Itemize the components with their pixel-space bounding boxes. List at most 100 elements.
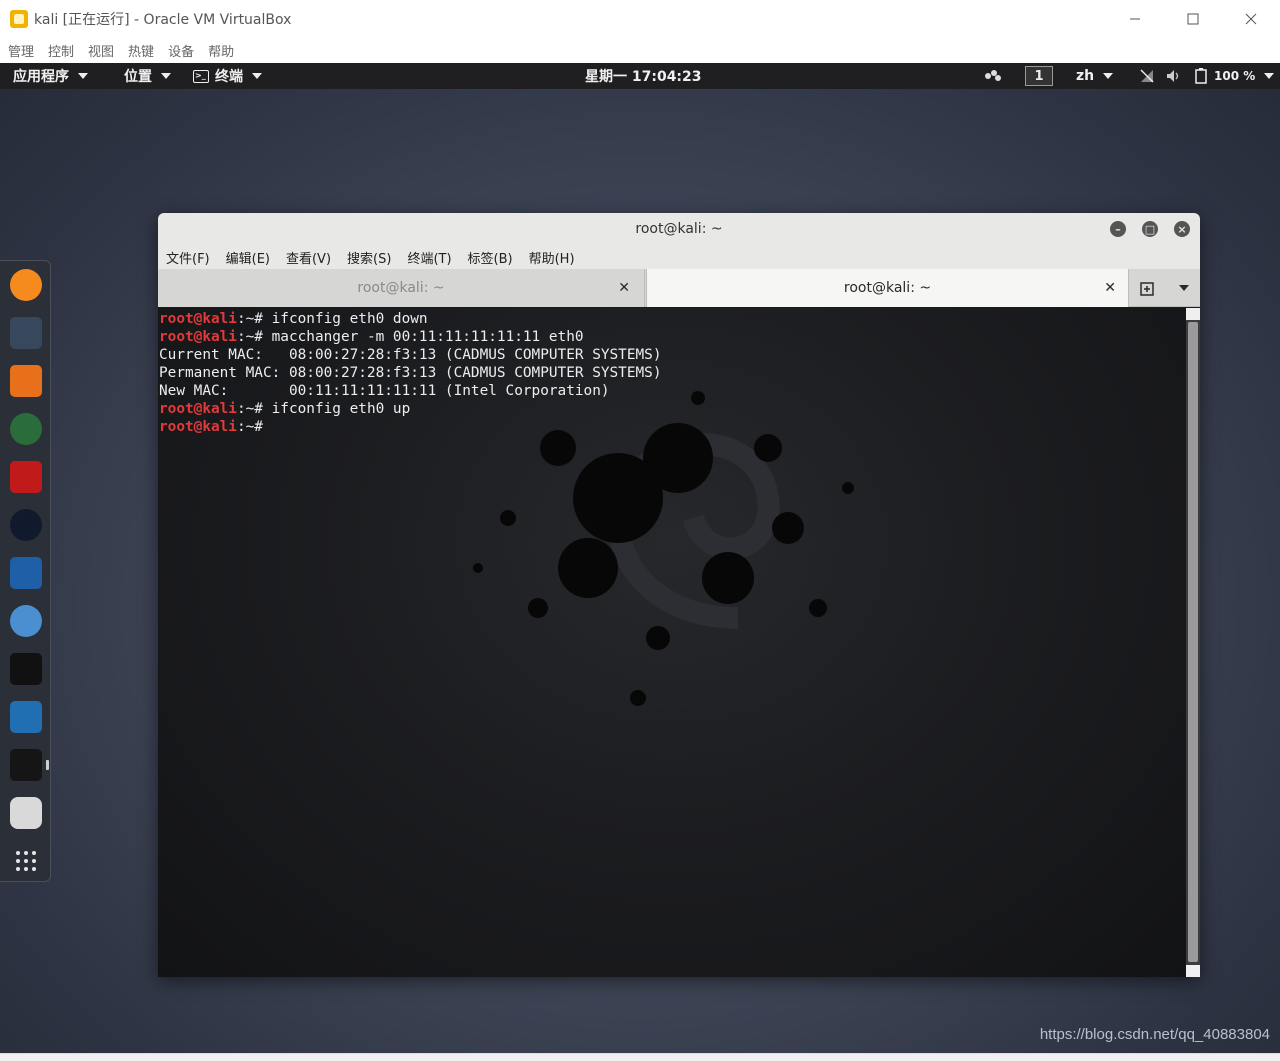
virtualbox-app-icon: [10, 9, 28, 28]
menu-view[interactable]: 视图: [88, 41, 114, 60]
tab-close-icon[interactable]: ✕: [1104, 280, 1116, 296]
menu-view[interactable]: 查看(V): [286, 248, 331, 267]
menu-hotkeys[interactable]: 热键: [128, 41, 154, 60]
terminal-tabbar: root@kali: ~ ✕ root@kali: ~ ✕: [158, 269, 1200, 307]
output-text: Permanent MAC: 08:00:27:28:f3:13 (CADMUS…: [159, 365, 662, 381]
terminal-lines: root@kali:~# ifconfig eth0 down root@kali…: [159, 310, 662, 436]
terminal-tab-2[interactable]: root@kali: ~ ✕: [646, 269, 1129, 307]
terminal-output[interactable]: root@kali:~# ifconfig eth0 down root@kali…: [158, 308, 1186, 977]
terminal-window: root@kali: ~ – □ × 文件(F) 编辑(E) 查看(V) 搜索(…: [158, 213, 1200, 977]
scroll-up-arrow[interactable]: [1186, 308, 1200, 320]
scroll-down-arrow[interactable]: [1186, 965, 1200, 977]
menu-terminal[interactable]: 终端(T): [407, 248, 451, 267]
menu-file[interactable]: 文件(F): [166, 248, 210, 267]
network-icon[interactable]: [1140, 63, 1154, 89]
maximize-icon: [1187, 13, 1199, 24]
show-applications-icon[interactable]: [10, 845, 42, 877]
prompt-rest: :~#: [236, 419, 272, 435]
battery-icon: [1195, 68, 1207, 84]
aircrack-icon[interactable]: [10, 317, 42, 349]
places-menu[interactable]: 位置: [124, 63, 171, 89]
battery-label: 100 %: [1214, 69, 1256, 83]
terminal-title: root@kali: ~: [635, 221, 723, 237]
guest-desktop: 应用程序 位置 >_ 终端 星期一 17:04:23 1 zh 100 % ro…: [0, 63, 1280, 1053]
maltego-icon[interactable]: [10, 413, 42, 445]
armitage-icon[interactable]: [10, 605, 42, 637]
workspace-switcher-icon[interactable]: [984, 63, 1002, 89]
command-text: ifconfig eth0 down: [271, 311, 428, 327]
menu-devices[interactable]: 设备: [168, 41, 194, 60]
tab-close-icon[interactable]: ✕: [618, 280, 630, 296]
terminal-output-line: New MAC: 00:11:11:11:11:11 (Intel Corpor…: [159, 382, 662, 400]
output-text: Current MAC: 08:00:27:28:f3:13 (CADMUS C…: [159, 347, 662, 363]
terminal-command-line: root@kali:~# ifconfig eth0 down: [159, 310, 662, 328]
menu-control[interactable]: 控制: [48, 41, 74, 60]
beef-icon[interactable]: [10, 653, 42, 685]
close-button[interactable]: [1222, 0, 1280, 37]
output-text: New MAC: 00:11:11:11:11:11 (Intel Corpor…: [159, 383, 610, 399]
terminal-app-label: 终端: [215, 69, 243, 85]
firefox-icon[interactable]: [10, 269, 42, 301]
terminal-small-icon: >_: [193, 69, 209, 83]
menu-help[interactable]: 帮助: [208, 41, 234, 60]
terminal-icon[interactable]: [10, 749, 42, 781]
menu-help[interactable]: 帮助(H): [529, 248, 575, 267]
tab-label: root@kali: ~: [843, 280, 932, 296]
terminal-tab-1[interactable]: root@kali: ~ ✕: [158, 269, 645, 307]
menu-search[interactable]: 搜索(S): [347, 248, 391, 267]
menu-edit[interactable]: 编辑(E): [226, 248, 270, 267]
new-tab-button[interactable]: [1136, 269, 1160, 307]
terminal-close-button[interactable]: ×: [1174, 221, 1190, 237]
terminal-output-line: Current MAC: 08:00:27:28:f3:13 (CADMUS C…: [159, 346, 662, 364]
terminal-command-line: root@kali:~#: [159, 418, 662, 436]
john-icon[interactable]: [10, 461, 42, 493]
minimize-button[interactable]: [1106, 0, 1164, 37]
input-method-menu[interactable]: zh: [1076, 63, 1114, 89]
chevron-down-icon: [252, 73, 262, 79]
chevron-down-icon: [1178, 285, 1189, 291]
csdn-watermark: https://blog.csdn.net/qq_40883804: [1039, 1026, 1270, 1043]
volume-icon[interactable]: [1166, 63, 1182, 89]
command-text: macchanger -m 00:11:11:11:11:11 eth0: [271, 329, 584, 345]
new-tab-icon: [1140, 282, 1154, 296]
terminal-command-line: root@kali:~# ifconfig eth0 up: [159, 400, 662, 418]
running-indicator: [46, 760, 49, 770]
clock[interactable]: 星期一 17:04:23: [585, 63, 702, 89]
maximize-button[interactable]: [1164, 0, 1222, 37]
workspace-indicator[interactable]: 1: [1025, 66, 1053, 86]
chevron-down-icon: [161, 73, 171, 79]
gnome-topbar: 应用程序 位置 >_ 终端 星期一 17:04:23 1 zh 100 %: [0, 63, 1280, 89]
prompt-rest: :~#: [236, 401, 272, 417]
terminal-minimize-button[interactable]: –: [1110, 221, 1126, 237]
menu-manage[interactable]: 管理: [8, 41, 34, 60]
burpsuite-icon[interactable]: [10, 365, 42, 397]
applications-label: 应用程序: [13, 69, 69, 85]
command-text: ifconfig eth0 up: [271, 401, 411, 417]
metasploit-icon[interactable]: [10, 557, 42, 589]
prompt-user: root@kali: [159, 401, 237, 417]
prompt-user: root@kali: [159, 329, 237, 345]
window-controls: [1106, 0, 1280, 37]
scroll-thumb[interactable]: [1188, 322, 1198, 962]
favorites-dock: [0, 260, 51, 882]
chevron-down-icon: [1103, 73, 1114, 79]
tab-label: root@kali: ~: [357, 280, 445, 296]
tab-menu-button[interactable]: [1172, 269, 1192, 307]
terminal-scrollbar[interactable]: [1186, 308, 1200, 977]
menu-tabs[interactable]: 标签(B): [468, 248, 513, 267]
vbox-statusbar: [0, 1053, 1280, 1061]
battery-menu[interactable]: 100 %: [1194, 63, 1275, 89]
terminal-output-line: Permanent MAC: 08:00:27:28:f3:13 (CADMUS…: [159, 364, 662, 382]
input-method-label: zh: [1076, 68, 1095, 84]
terminal-command-line: root@kali:~# macchanger -m 00:11:11:11:1…: [159, 328, 662, 346]
terminal-maximize-button[interactable]: □: [1142, 221, 1158, 237]
wireshark-icon[interactable]: [10, 701, 42, 733]
terminal-app-menu[interactable]: >_ 终端: [193, 63, 262, 89]
prompt-user: root@kali: [159, 311, 237, 327]
faraday-icon[interactable]: [10, 509, 42, 541]
vbox-menubar: 管理 控制 视图 热键 设备 帮助: [0, 37, 1280, 63]
minimize-icon: [1130, 18, 1140, 19]
chromium-icon[interactable]: [10, 797, 42, 829]
applications-menu[interactable]: 应用程序: [13, 63, 88, 89]
terminal-titlebar[interactable]: root@kali: ~ – □ ×: [158, 213, 1200, 245]
